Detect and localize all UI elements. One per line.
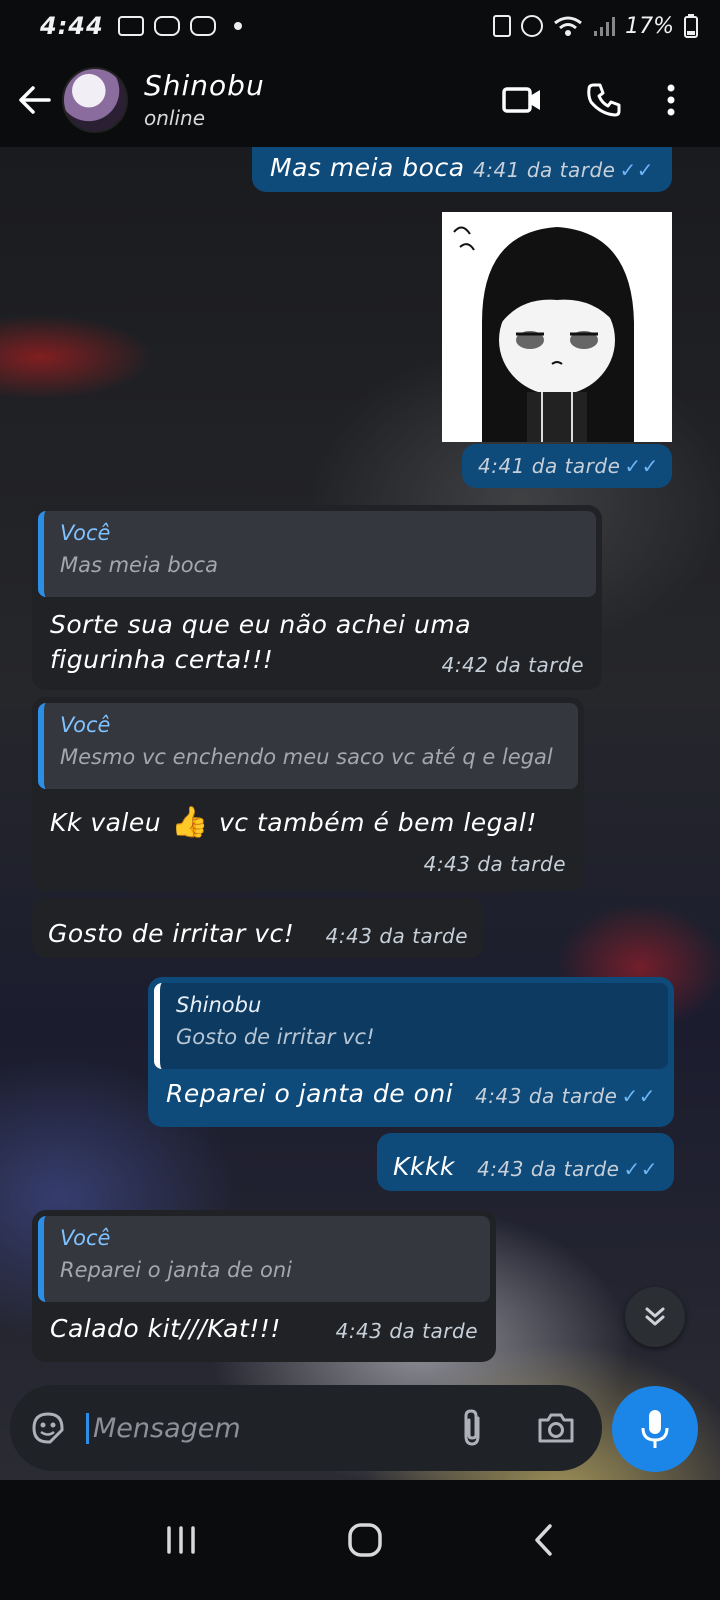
instagram-icon [153,16,180,36]
message-bubble-outgoing[interactable]: Shinobu Gosto de irritar vc! Reparei o j… [148,977,674,1127]
reply-quote[interactable]: Você Mesmo vc enchendo meu saco vc até q… [38,703,578,789]
more-vert-icon[interactable] [666,83,676,117]
contact-status: online [144,106,206,130]
reply-quote[interactable]: Você Mas meia boca [38,511,596,597]
home-icon[interactable] [347,1522,383,1558]
voicemail-icon [117,16,144,36]
notification-dot-icon [233,22,242,30]
camera-icon[interactable] [536,1411,576,1445]
mic-icon [641,1410,669,1448]
discord-icon [189,16,216,36]
nav-back-icon[interactable] [532,1523,556,1557]
reply-quote[interactable]: Você Reparei o janta de oni [38,1216,490,1302]
scroll-to-bottom-button[interactable] [625,1287,685,1347]
message-bubble-outgoing[interactable]: Mas meia boca 4:41 da tarde ✓✓ [252,147,672,192]
attach-icon[interactable] [460,1408,486,1448]
message-bubble-incoming[interactable]: Você Mas meia boca Sorte sua que eu não … [32,505,602,690]
read-ticks-icon: ✓✓ [619,158,654,182]
scroll-down-icon [645,1307,665,1326]
battery-percent: 17% [625,13,674,39]
message-bubble-outgoing[interactable]: Kkkk 4:43 da tarde ✓✓ [377,1133,674,1191]
status-time: 4:44 [40,12,104,40]
sticker-chibi-image [442,212,672,442]
chat-area[interactable]: Mas meia boca 4:41 da tarde ✓✓ 4:41 da ta… [0,147,720,1505]
contact-name: Shinobu [144,69,265,102]
sticker-icon[interactable] [28,1408,68,1448]
message-input[interactable]: Mensagem [86,1412,241,1444]
back-button[interactable] [4,70,64,130]
contact-info[interactable]: Shinobu online [144,69,265,130]
recents-icon[interactable] [164,1525,198,1555]
system-nav-bar [0,1480,720,1600]
back-arrow-icon [19,85,51,114]
message-input-bar: Mensagem [10,1385,602,1471]
voice-record-button[interactable] [612,1386,698,1472]
contact-avatar[interactable] [62,66,128,133]
alarm-icon [521,15,544,37]
phone-icon[interactable] [586,82,622,118]
wifi-icon [554,16,583,36]
message-bubble-incoming[interactable]: Você Reparei o janta de oni Calado kit//… [32,1210,496,1362]
message-bubble-incoming[interactable]: Gosto de irritar vc! 4:43 da tarde [32,898,484,958]
read-ticks-icon: ✓✓ [621,1084,656,1108]
chat-header: Shinobu online [0,52,720,147]
read-ticks-icon: ✓✓ [624,454,659,478]
battery-icon [684,14,698,38]
sticker-image[interactable] [442,212,672,442]
read-ticks-icon: ✓✓ [623,1157,658,1181]
signal-icon [594,17,616,36]
battery-saver-icon [493,15,512,37]
message-bubble-incoming[interactable]: Você Mesmo vc enchendo meu saco vc até q… [32,697,584,891]
sticker-timestamp: 4:41 da tarde ✓✓ [462,444,672,488]
thumbs-up-emoji: 👍 [171,805,209,840]
reply-quote[interactable]: Shinobu Gosto de irritar vc! [154,983,668,1069]
status-bar: 4:44 17% [0,0,720,52]
video-call-icon[interactable] [502,85,542,115]
